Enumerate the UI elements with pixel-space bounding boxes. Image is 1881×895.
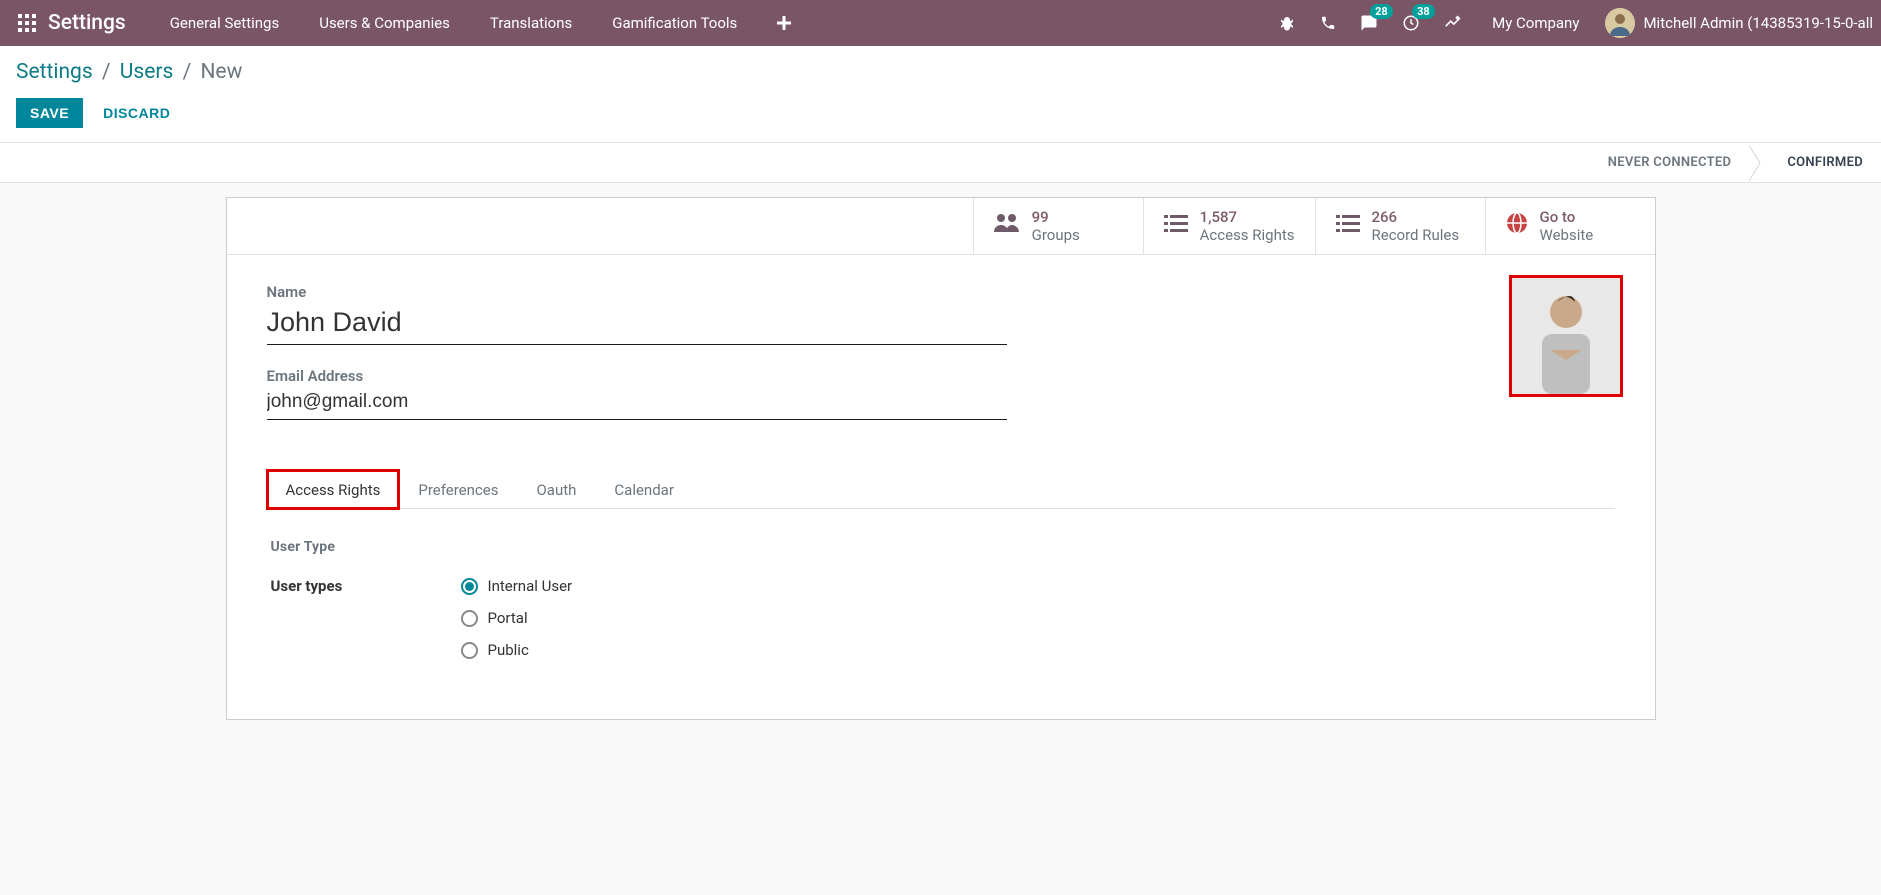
stat-rules-lbl: Record Rules [1372, 226, 1460, 244]
stat-access-num: 1,587 [1200, 208, 1295, 226]
user-types-row: User types Internal User Portal Publi [271, 577, 1611, 659]
radio-circle-icon [461, 610, 478, 627]
cp-buttons: SAVE DISCARD [0, 92, 1881, 142]
stat-website[interactable]: Go to Website [1485, 198, 1655, 254]
user-menu[interactable]: Mitchell Admin (14385319-15-0-all [1597, 8, 1881, 38]
stat-record-rules[interactable]: 266 Record Rules [1315, 198, 1485, 254]
save-button[interactable]: SAVE [16, 98, 83, 128]
users-icon [994, 212, 1020, 240]
tabs: Access Rights Preferences Oauth Calendar [267, 470, 1615, 509]
list-icon [1164, 214, 1188, 239]
list-icon [1336, 214, 1360, 239]
phone-icon[interactable] [1308, 0, 1348, 46]
control-panel: Settings / Users / New SAVE DISCARD [0, 46, 1881, 143]
radio-portal-label: Portal [488, 609, 528, 627]
radio-portal[interactable]: Portal [461, 609, 573, 627]
stat-access-lbl: Access Rights [1200, 226, 1295, 244]
form-container: 99 Groups 1,587 Access Rights 266 [226, 183, 1656, 720]
breadcrumb: Settings / Users / New [0, 46, 1881, 92]
tab-content: User Type User types Internal User Porta… [267, 509, 1615, 699]
top-navbar: Settings General Settings Users & Compan… [0, 0, 1881, 46]
name-input[interactable] [267, 303, 1007, 345]
bug-icon[interactable] [1266, 0, 1308, 46]
radio-internal-user[interactable]: Internal User [461, 577, 573, 595]
radio-public[interactable]: Public [461, 641, 573, 659]
tab-calendar[interactable]: Calendar [595, 470, 693, 509]
messages-icon[interactable]: 28 [1348, 0, 1390, 46]
field-email: Email Address [267, 367, 1615, 420]
tab-access-rights[interactable]: Access Rights [267, 470, 400, 509]
stat-groups-lbl: Groups [1032, 226, 1080, 244]
breadcrumb-users[interactable]: Users [120, 60, 174, 84]
globe-icon [1506, 212, 1528, 240]
user-types-options: Internal User Portal Public [461, 577, 573, 659]
breadcrumb-current: New [200, 60, 242, 84]
email-label: Email Address [267, 367, 1615, 385]
tab-oauth[interactable]: Oauth [517, 470, 595, 509]
stat-rules-num: 266 [1372, 208, 1460, 226]
stat-website-l2: Website [1540, 226, 1594, 244]
nav-users-companies[interactable]: Users & Companies [299, 0, 470, 46]
radio-dot-icon [461, 578, 478, 595]
user-types-label: User types [271, 577, 461, 595]
breadcrumb-settings[interactable]: Settings [16, 60, 93, 84]
nav-general-settings[interactable]: General Settings [150, 0, 300, 46]
stat-access-rights[interactable]: 1,587 Access Rights [1143, 198, 1315, 254]
app-title[interactable]: Settings [48, 11, 150, 35]
radio-public-label: Public [488, 641, 529, 659]
stat-groups[interactable]: 99 Groups [973, 198, 1143, 254]
stat-website-l1: Go to [1540, 208, 1594, 226]
form-body: Name Email Address Access Rights Prefere… [227, 255, 1655, 719]
nav-gamification[interactable]: Gamification Tools [592, 0, 757, 46]
nav-menu: General Settings Users & Companies Trans… [150, 0, 812, 46]
user-name: Mitchell Admin (14385319-15-0-all [1643, 14, 1873, 32]
nav-translations[interactable]: Translations [470, 0, 592, 46]
radio-internal-label: Internal User [488, 577, 573, 595]
company-name[interactable]: My Company [1474, 14, 1597, 32]
status-never-connected[interactable]: NEVER CONNECTED [1590, 143, 1750, 182]
statusbar: NEVER CONNECTED CONFIRMED [0, 143, 1881, 183]
discard-button[interactable]: DISCARD [89, 98, 184, 128]
name-label: Name [267, 283, 1615, 301]
field-name: Name [267, 283, 1615, 345]
stat-buttons-row: 99 Groups 1,587 Access Rights 266 [227, 198, 1655, 255]
status-confirmed[interactable]: CONFIRMED [1769, 143, 1881, 182]
nav-plus-icon[interactable] [757, 0, 811, 46]
activities-icon[interactable]: 38 [1390, 0, 1432, 46]
section-user-type: User Type [271, 539, 1611, 555]
nav-right: 28 38 My Company Mitchell Admin (1438531… [1266, 0, 1881, 46]
user-photo[interactable] [1509, 275, 1623, 397]
form-sheet: 99 Groups 1,587 Access Rights 266 [226, 197, 1656, 720]
apps-icon[interactable] [0, 14, 48, 32]
stat-groups-num: 99 [1032, 208, 1080, 226]
radio-circle-icon [461, 642, 478, 659]
email-input[interactable] [267, 387, 1007, 420]
tools-icon[interactable] [1432, 0, 1474, 46]
avatar [1605, 8, 1635, 38]
tab-preferences[interactable]: Preferences [399, 470, 517, 509]
status-arrow-icon [1749, 143, 1769, 182]
